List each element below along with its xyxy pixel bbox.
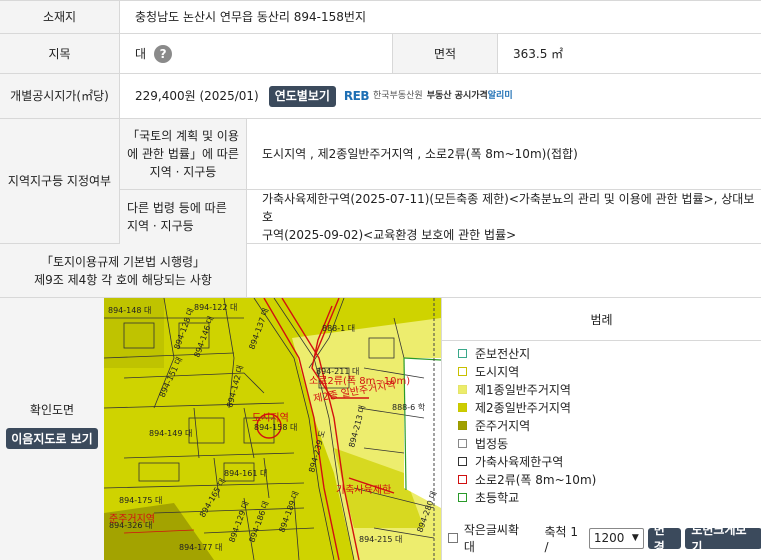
map-label-894-177: 894-177 대 [179, 543, 222, 552]
map-label-livestock: 가축사육제한 [336, 484, 391, 496]
legend-label: 제1종일반주거지역 [475, 382, 571, 397]
map-label-urban: 도시지역 [252, 412, 289, 424]
legend-swatch [458, 438, 467, 448]
legend-item: 준보전산지 [458, 344, 596, 362]
zoning-sub1: 「국토의 계획 및 이용 에 관한 법률」에 따른 지역 · 지구등 도시지역 … [120, 119, 761, 190]
map-label-894-211: 894-211 대 [316, 367, 359, 376]
legend-swatch [458, 420, 467, 430]
legend-item: 도시지역 [458, 362, 596, 380]
row-price: 개별공시지가(㎡당) 229,400원 (2025/01) 연도별보기 REB … [0, 74, 761, 119]
legend-label: 도시지역 [475, 364, 520, 379]
legend-label: 법정동 [475, 436, 509, 451]
jimok-value: 대 [135, 46, 147, 61]
legend-item: 소로2류(폭 8m~10m) [458, 470, 596, 488]
help-icon[interactable]: ? [154, 44, 173, 63]
view-map-button[interactable]: 이음지도로 보기 [6, 428, 98, 449]
reb-logo-text2: 부동산 공시가격 [426, 91, 488, 101]
legend-item: 제1종일반주거지역 [458, 380, 596, 398]
address-label: 소재지 [0, 1, 120, 33]
price-value: 229,400원 (2025/01) [135, 89, 259, 103]
legend-title: 범례 [442, 298, 761, 341]
legend-label: 준보전산지 [475, 346, 531, 361]
reb-logo-text3: 알리미 [487, 91, 513, 101]
legend-label: 초등학교 [475, 490, 520, 505]
parcel-map-svg[interactable]: 888-1 대 894-211 대 894-149 대 894-158 대 89… [104, 298, 441, 560]
apply-scale-button[interactable]: 변경 [647, 523, 682, 554]
zoning-sub1-value: 도시지역 , 제2종일반주거지역 , 소로2류(폭 8m~10m)(접합) [262, 147, 578, 161]
reb-logo[interactable]: REB 한국부동산원 부동산 공시가격 알리미 [344, 87, 513, 105]
price-cell: 229,400원 (2025/01) 연도별보기 REB 한국부동산원 부동산 … [120, 74, 513, 118]
chevron-down-icon: ▼ [631, 533, 639, 543]
area-label: 면적 [392, 34, 498, 73]
map-label-semi-residential: 준주거지역 [109, 513, 155, 525]
map-label-894-122: 894-122 대 [194, 303, 237, 312]
map-label-894-215: 894-215 대 [359, 535, 402, 544]
row-address: 소재지 충청남도 논산시 연무읍 동산리 894-158번지 [0, 0, 761, 34]
legend-swatch [458, 366, 467, 376]
legend-item: 초등학교 [458, 488, 596, 506]
row-jimok-area: 지목 대 ? 면적 363.5 ㎡ [0, 34, 761, 74]
map-label-894-175: 894-175 대 [119, 496, 162, 505]
reb-logo-mark: REB [343, 89, 370, 103]
map-label-888-1: 888-1 대 [322, 324, 355, 333]
zoning-label: 지역지구등 지정여부 [0, 119, 120, 243]
legend-label: 소로2류(폭 8m~10m) [475, 472, 597, 487]
confirm-label: 확인도면 [29, 403, 75, 417]
legend-swatch [458, 384, 467, 394]
legend-list: 준보전산지도시지역제1종일반주거지역제2종일반주거지역준주거지역법정동가축사육제… [458, 344, 596, 506]
article-label: 「토지이용규제 기본법 시행령」 제9조 제4항 각 호에 해당되는 사항 [0, 244, 247, 297]
row-article: 「토지이용규제 기본법 시행령」 제9조 제4항 각 호에 해당되는 사항 [0, 244, 761, 298]
legend-swatch [458, 348, 467, 358]
price-label: 개별공시지가(㎡당) [0, 74, 120, 118]
legend-swatch [458, 456, 467, 466]
zoning-sub1-label: 「국토의 계획 및 이용 에 관한 법률」에 따른 지역 · 지구등 [120, 119, 247, 189]
scale-label: 축척 1 / [544, 524, 578, 554]
map-controls: 작은글씨확대 축척 1 / 1200 ▼ 변경 도면크게보기 [448, 523, 761, 554]
area-value: 363.5 ㎡ [513, 46, 564, 61]
yearly-view-button[interactable]: 연도별보기 [268, 85, 336, 107]
legend-swatch [458, 492, 467, 502]
scale-select[interactable]: 1200 ▼ [588, 527, 644, 549]
map-label-888-6: 888-6 학 [392, 402, 426, 412]
map-label-894-161: 894-161 대 [224, 469, 267, 478]
small-text-label: 작은글씨확대 [463, 523, 520, 554]
zoning-sub2: 다른 법령 등에 따른 지역 · 지구등 가축사육제한구역(2025-07-11… [120, 190, 761, 244]
small-text-checkbox[interactable] [448, 533, 458, 543]
address-value: 충청남도 논산시 연무읍 동산리 894-158번지 [135, 10, 366, 24]
legend-panel: 범례 준보전산지도시지역제1종일반주거지역제2종일반주거지역준주거지역법정동가축… [441, 298, 761, 560]
zoning-sub2-label: 다른 법령 등에 따른 지역 · 지구등 [120, 190, 247, 244]
row-zoning: 지역지구등 지정여부 「국토의 계획 및 이용 에 관한 법률」에 따른 지역 … [0, 119, 761, 244]
jimok-cell: 대 ? [120, 34, 392, 73]
scale-value: 1200 [593, 531, 625, 545]
zoning-sub2-value: 가축사육제한구역(2025-07-11)(모든축종 제한)<가축분뇨의 관리 및… [262, 192, 755, 242]
reb-logo-text: 한국부동산원 [373, 91, 423, 101]
parcel-map[interactable]: 888-1 대 894-211 대 894-149 대 894-158 대 89… [104, 298, 441, 560]
article-value [247, 244, 262, 297]
confirm-column: 확인도면 이음지도로 보기 [0, 298, 104, 560]
legend-label: 제2종일반주거지역 [475, 400, 571, 415]
legend-item: 가축사육제한구역 [458, 452, 596, 470]
legend-label: 준주거지역 [475, 418, 531, 433]
jimok-label: 지목 [0, 34, 120, 73]
legend-item: 제2종일반주거지역 [458, 398, 596, 416]
enlarge-map-button[interactable]: 도면크게보기 [685, 523, 761, 554]
map-label-894-158: 894-158 대 [254, 423, 297, 432]
legend-item: 준주거지역 [458, 416, 596, 434]
legend-swatch [458, 402, 467, 412]
legend-swatch [458, 474, 467, 484]
map-label-894-149: 894-149 대 [149, 429, 192, 438]
map-label-894-148: 894-148 대 [108, 306, 151, 315]
legend-label: 가축사육제한구역 [475, 454, 564, 469]
legend-item: 법정동 [458, 434, 596, 452]
